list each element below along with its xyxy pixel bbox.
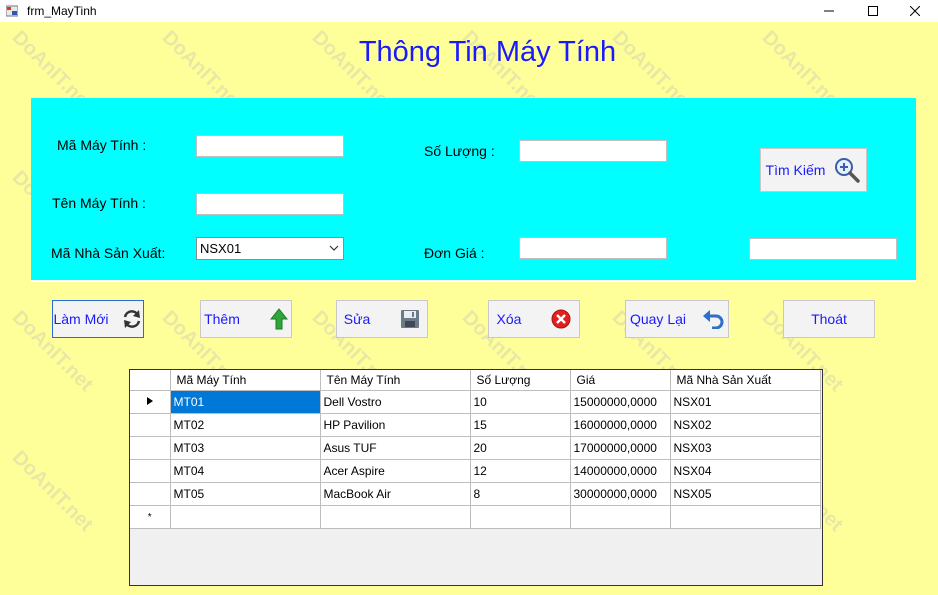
table-cell[interactable]: 16000000,0000 [569,413,671,437]
table-cell[interactable]: MT02 [169,413,321,437]
search-button[interactable]: Tìm Kiếm [760,148,867,192]
add-button-label: Thêm [204,311,240,327]
table-cell[interactable]: NSX02 [669,413,821,437]
title-bar[interactable]: frm_MayTinh [0,0,938,22]
table-cell[interactable] [469,505,571,529]
table-cell[interactable]: Dell Vostro [319,390,471,414]
column-header[interactable]: Số Lượng [469,370,571,391]
close-button[interactable] [892,0,938,22]
back-button-label: Quay Lại [629,311,687,327]
watermark-text: DoAnIT.net [7,446,98,536]
edit-button-label: Sửa [343,311,371,327]
table-cell[interactable] [169,505,321,529]
table-cell[interactable]: 30000000,0000 [569,482,671,506]
edit-button[interactable]: Sửa [336,300,428,338]
table-row[interactable]: MT05 MacBook Air 8 30000000,0000 NSX05 [130,482,821,506]
table-cell[interactable]: MT05 [169,482,321,506]
exit-button-label: Thoát [811,311,847,327]
main-window: DoAnIT.net DoAnIT.net DoAnIT.net DoAnIT.net… [0,0,938,595]
table-cell[interactable] [569,505,671,529]
save-icon [401,310,420,328]
table-cell[interactable]: MT03 [169,436,321,460]
undo-icon [703,310,724,329]
column-header[interactable]: Tên Máy Tính [319,370,471,391]
current-row-icon [146,397,153,405]
data-grid[interactable]: Mã Máy Tính Tên Máy Tính Số Lượng Giá Mã… [129,369,823,586]
form-title: Thông Tin Máy Tính [358,36,617,68]
table-cell[interactable]: NSX03 [669,436,821,460]
table-cell[interactable]: NSX05 [669,482,821,506]
table-cell[interactable]: Asus TUF [319,436,471,460]
table-cell[interactable]: 15 [469,413,571,437]
table-cell[interactable]: 17000000,0000 [569,436,671,460]
arrow-up-icon [269,308,288,330]
close-icon [910,6,920,16]
table-cell[interactable]: 15000000,0000 [569,390,671,414]
refresh-icon [123,310,140,328]
label-so-luong: Số Lượng : [424,143,495,159]
search-input[interactable] [749,238,897,260]
table-cell[interactable]: 20 [469,436,571,460]
so-luong-input[interactable] [519,140,667,162]
chevron-down-icon [329,245,339,251]
minimize-icon [824,10,834,12]
row-header[interactable] [130,459,171,483]
label-ma-nsx: Mã Nhà Sản Xuất: [51,245,166,261]
table-cell[interactable]: NSX04 [669,459,821,483]
maximize-button[interactable] [850,0,896,22]
ten-may-tinh-input[interactable] [196,193,344,215]
row-header[interactable] [130,436,171,460]
label-ten-may-tinh: Tên Máy Tính : [52,195,146,211]
ma-may-tinh-input[interactable] [196,135,344,157]
grid-header-row: Mã Máy Tính Tên Máy Tính Số Lượng Giá Mã… [130,370,821,391]
table-cell[interactable]: MT04 [169,459,321,483]
table-row[interactable]: MT04 Acer Aspire 12 14000000,0000 NSX04 [130,459,821,483]
maximize-icon [868,6,878,16]
zoom-in-icon [835,158,861,183]
ma-nsx-select[interactable]: NSX01 [196,237,344,260]
grid-table: Mã Máy Tính Tên Máy Tính Số Lượng Giá Mã… [130,370,821,529]
delete-button-label: Xóa [496,311,522,327]
label-don-gia: Đơn Giá : [424,245,485,261]
table-cell[interactable]: NSX01 [669,390,821,414]
column-header[interactable]: Giá [569,370,671,391]
back-button[interactable]: Quay Lại [625,300,729,338]
don-gia-input[interactable] [519,237,667,259]
delete-icon [551,309,571,329]
app-icon [6,5,18,17]
label-ma-may-tinh: Mã Máy Tính : [57,137,147,153]
row-header[interactable] [130,482,171,506]
window-title: frm_MayTinh [27,4,97,18]
column-header[interactable]: Mã Nhà Sản Xuất [669,370,821,391]
delete-button[interactable]: Xóa [488,300,580,338]
refresh-button-label: Làm Mới [53,311,109,327]
add-button[interactable]: Thêm [200,300,292,338]
minimize-button[interactable] [806,0,852,22]
ma-nsx-selected-value: NSX01 [200,241,242,256]
table-cell[interactable]: HP Pavilion [319,413,471,437]
table-cell[interactable] [319,505,471,529]
table-row[interactable]: MT03 Asus TUF 20 17000000,0000 NSX03 [130,436,821,460]
search-button-label: Tìm Kiếm [765,162,826,178]
table-cell[interactable]: 14000000,0000 [569,459,671,483]
table-cell[interactable]: 10 [469,390,571,414]
exit-button[interactable]: Thoát [783,300,875,338]
new-row-marker: * [130,505,171,529]
row-header-current[interactable] [130,390,171,414]
new-row[interactable]: * [130,505,821,529]
table-cell[interactable]: Acer Aspire [319,459,471,483]
table-row[interactable]: MT02 HP Pavilion 15 16000000,0000 NSX02 [130,413,821,437]
table-cell[interactable]: MT01 [169,390,321,414]
table-row[interactable]: MT01 Dell Vostro 10 15000000,0000 NSX01 [130,390,821,414]
column-header[interactable]: Mã Máy Tính [169,370,321,391]
refresh-button[interactable]: Làm Mới [52,300,144,338]
grid-corner-header[interactable] [130,370,171,391]
table-cell[interactable]: 12 [469,459,571,483]
table-cell[interactable]: 8 [469,482,571,506]
table-cell[interactable] [669,505,821,529]
table-cell[interactable]: MacBook Air [319,482,471,506]
row-header[interactable] [130,413,171,437]
